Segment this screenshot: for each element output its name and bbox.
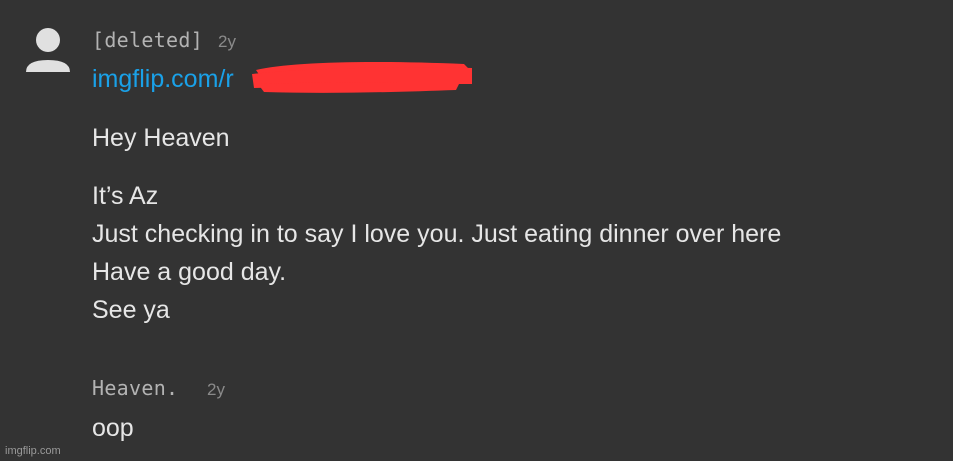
redaction-scribble [252,62,472,93]
default-avatar-icon[interactable] [25,26,71,72]
comment-author[interactable]: [deleted] [92,28,203,52]
reply-author[interactable]: Heaven. [92,376,178,400]
comment-paragraph: See ya [92,296,170,324]
imgflip-watermark: imgflip.com [5,445,61,457]
reply-age: 2y [207,380,225,399]
comment-link-container: imgflip.com/r [92,62,492,96]
comment-link[interactable]: imgflip.com/r [92,64,234,94]
comment-age: 2y [218,32,236,51]
comment-paragraph: Have a good day. [92,258,287,286]
comment-paragraph: It’s Az [92,182,159,210]
reply-body: oop [92,414,134,442]
comment-paragraph: Hey Heaven [92,124,230,152]
comment-paragraph: Just checking in to say I love you. Just… [92,220,782,248]
